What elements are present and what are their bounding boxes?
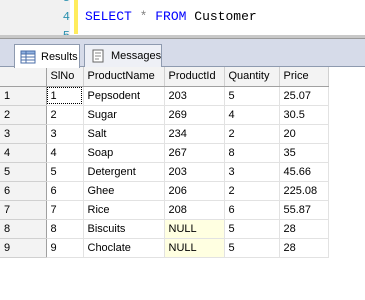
header-row: SlNo ProductName ProductId Quantity Pric… — [0, 67, 329, 87]
grid-cell[interactable]: 203 — [164, 86, 225, 106]
row-number[interactable]: 1 — [0, 86, 47, 106]
change-tracking-bar — [74, 0, 78, 34]
grid-cell[interactable]: 25.07 — [279, 86, 329, 106]
table-row[interactable]: 3 3 Salt 234 2 20 — [0, 124, 329, 144]
row-number[interactable]: 5 — [0, 162, 47, 182]
grid-cell[interactable]: 2 — [224, 124, 280, 144]
tab-messages[interactable]: Messages — [84, 44, 162, 67]
grid-cell[interactable]: 5 — [46, 162, 84, 182]
row-number[interactable]: 7 — [0, 200, 47, 220]
grid-cell[interactable]: 206 — [164, 181, 225, 201]
grid-cell[interactable]: 5 — [224, 219, 280, 239]
grid-cell[interactable]: Biscuits — [83, 219, 165, 239]
row-number[interactable]: 3 — [0, 124, 47, 144]
sql-keyword-select: SELECT — [85, 9, 132, 24]
null-cell[interactable]: NULL — [164, 238, 225, 258]
grid-cell[interactable]: 28 — [279, 238, 329, 258]
row-number[interactable]: 6 — [0, 181, 47, 201]
grid-cell[interactable]: Salt — [83, 124, 165, 144]
table-row[interactable]: 4 4 Soap 267 8 35 — [0, 143, 329, 163]
line-number: 3 — [0, 0, 70, 5]
code-line[interactable]: SELECT * FROM Customer — [85, 9, 257, 24]
grid-cell[interactable]: 267 — [164, 143, 225, 163]
row-number[interactable]: 4 — [0, 143, 47, 163]
column-header[interactable]: ProductId — [164, 67, 225, 87]
grid-cell[interactable]: 7 — [46, 200, 84, 220]
grid-cell[interactable]: 6 — [224, 200, 280, 220]
grid-cell[interactable]: 225.08 — [279, 181, 329, 201]
line-number: 4 — [62, 10, 70, 24]
grid-icon — [20, 50, 36, 64]
grid-cell[interactable]: 8 — [46, 219, 84, 239]
row-number[interactable]: 9 — [0, 238, 47, 258]
grid-corner[interactable] — [0, 67, 47, 87]
grid-cell[interactable]: 5 — [224, 238, 280, 258]
grid-cell[interactable]: Soap — [83, 143, 165, 163]
grid-cell[interactable]: 45.66 — [279, 162, 329, 182]
sql-table-name: Customer — [194, 9, 257, 24]
grid-cell[interactable]: 6 — [46, 181, 84, 201]
results-tabstrip: Results Messages — [0, 39, 365, 68]
grid-cell[interactable]: 8 — [224, 143, 280, 163]
table-row[interactable]: 1 1 Pepsodent 203 5 25.07 — [0, 86, 329, 106]
grid-cell[interactable]: 3 — [224, 162, 280, 182]
row-number[interactable]: 8 — [0, 219, 47, 239]
grid-cell[interactable]: 203 — [164, 162, 225, 182]
row-number[interactable]: 2 — [0, 105, 47, 125]
table-row[interactable]: 7 7 Rice 208 6 55.87 — [0, 200, 329, 220]
grid-cell[interactable]: 4 — [46, 143, 84, 163]
grid-cell[interactable]: 9 — [46, 238, 84, 258]
table-row[interactable]: 6 6 Ghee 206 2 225.08 — [0, 181, 329, 201]
grid-cell[interactable]: 2 — [224, 181, 280, 201]
grid-cell[interactable]: 269 — [164, 105, 225, 125]
grid-cell[interactable]: 2 — [46, 105, 84, 125]
query-editor[interactable]: 3 4 5 SELECT * FROM Customer — [0, 0, 365, 39]
tab-results[interactable]: Results — [14, 44, 80, 68]
column-header[interactable]: SlNo — [46, 67, 84, 87]
grid-cell[interactable]: 5 — [224, 86, 280, 106]
grid-cell[interactable]: Ghee — [83, 181, 165, 201]
line-number-gutter: 3 4 5 — [0, 0, 70, 39]
grid-cell[interactable]: Sugar — [83, 105, 165, 125]
grid-cell[interactable]: 208 — [164, 200, 225, 220]
grid-cell[interactable]: Pepsodent — [83, 86, 165, 106]
grid-cell[interactable]: Detergent — [83, 162, 165, 182]
grid-cell[interactable]: 35 — [279, 143, 329, 163]
grid-cell[interactable]: 28 — [279, 219, 329, 239]
tab-results-label: Results — [41, 50, 78, 63]
sql-keyword-from: FROM — [155, 9, 187, 24]
results-grid-area: SlNo ProductName ProductId Quantity Pric… — [0, 67, 365, 300]
grid-cell[interactable]: 234 — [164, 124, 225, 144]
column-header[interactable]: Price — [279, 67, 329, 87]
grid-cell[interactable]: 3 — [46, 124, 84, 144]
grid-cell[interactable]: 1 — [46, 86, 84, 106]
column-header[interactable]: ProductName — [83, 67, 165, 87]
table-row[interactable]: 2 2 Sugar 269 4 30.5 — [0, 105, 329, 125]
grid-cell[interactable]: 20 — [279, 124, 329, 144]
tab-messages-label: Messages — [111, 50, 162, 62]
grid-cell[interactable]: 30.5 — [279, 105, 329, 125]
grid-cell[interactable]: Choclate — [83, 238, 165, 258]
column-header[interactable]: Quantity — [224, 67, 280, 87]
grid-cell[interactable]: Rice — [83, 200, 165, 220]
null-cell[interactable]: NULL — [164, 219, 225, 239]
grid-cell[interactable]: 4 — [224, 105, 280, 125]
table-row[interactable]: 5 5 Detergent 203 3 45.66 — [0, 162, 329, 182]
table-row[interactable]: 9 9 Choclate NULL 5 28 — [0, 238, 329, 258]
results-grid[interactable]: SlNo ProductName ProductId Quantity Pric… — [0, 67, 329, 258]
messages-icon — [90, 49, 106, 63]
sql-asterisk: * — [139, 9, 148, 24]
grid-cell[interactable]: 55.87 — [279, 200, 329, 220]
table-row[interactable]: 8 8 Biscuits NULL 5 28 — [0, 219, 329, 239]
